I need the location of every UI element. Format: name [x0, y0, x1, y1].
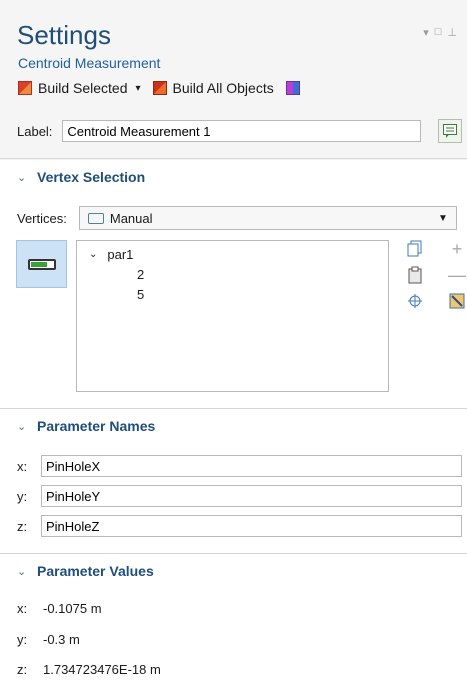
section-parameter-names[interactable]: ⌄ Parameter Names	[17, 418, 155, 434]
clear-selection-icon[interactable]	[446, 292, 467, 310]
chevron-down-icon[interactable]: ▾	[136, 83, 141, 94]
page-subtitle: Centroid Measurement	[18, 55, 161, 71]
param-value-y: -0.3 m	[43, 632, 80, 647]
copy-selection-icon[interactable]	[404, 240, 426, 258]
build-selected-label: Build Selected	[38, 80, 128, 96]
divider	[0, 553, 467, 554]
divider	[0, 408, 467, 409]
label-input[interactable]	[62, 120, 422, 142]
param-name-y-input[interactable]	[41, 485, 462, 507]
graphics-icon	[285, 81, 300, 95]
restore-icon[interactable]: □	[435, 26, 442, 39]
param-name-y-label: y:	[17, 488, 28, 504]
section-title: Vertex Selection	[37, 169, 146, 185]
param-value-z-label: z:	[17, 662, 28, 677]
tree-node-root[interactable]: ⌄ par1	[89, 247, 133, 262]
list-item[interactable]: 5	[137, 287, 144, 302]
param-value-y-label: y:	[17, 632, 28, 647]
chevron-down-icon: ⌄	[17, 171, 27, 184]
list-item[interactable]: 2	[137, 267, 144, 282]
build-all-label: Build All Objects	[172, 80, 274, 96]
param-value-z-row: z: 1.734723476E-18 m	[17, 662, 161, 677]
param-name-x-input[interactable]	[41, 455, 462, 477]
vertices-value: Manual	[109, 210, 153, 226]
remove-icon[interactable]: —	[446, 265, 467, 285]
chevron-down-icon: ⌄	[17, 420, 27, 433]
vertices-select[interactable]: Manual ▼	[78, 206, 457, 230]
label-row: Label:	[17, 119, 462, 143]
vertices-row: Vertices: Manual ▼	[17, 206, 457, 230]
manual-selection-icon	[87, 212, 104, 224]
toggle-icon	[27, 258, 56, 270]
paste-selection-icon[interactable]	[404, 266, 426, 284]
param-value-z: 1.734723476E-18 m	[43, 662, 161, 677]
param-name-z-label: z:	[17, 518, 28, 534]
activate-selection-toggle[interactable]	[16, 240, 67, 288]
vertices-label: Vertices:	[17, 210, 67, 226]
build-all-objects-button[interactable]: Build All Objects	[152, 80, 274, 96]
param-name-x-row: x:	[17, 455, 462, 477]
page-title: Settings	[17, 20, 111, 50]
graphics-button[interactable]	[285, 81, 300, 95]
pin-icon[interactable]: ⊥	[447, 26, 457, 39]
param-name-y-row: y:	[17, 485, 462, 507]
build-all-icon	[152, 81, 167, 95]
panel-menu-icon[interactable]: ▾	[423, 26, 429, 39]
section-title: Parameter Names	[37, 418, 156, 434]
zoom-to-selection-icon[interactable]	[404, 292, 426, 310]
section-title: Parameter Values	[37, 563, 154, 579]
param-name-z-input[interactable]	[41, 515, 462, 537]
divider	[0, 158, 467, 159]
add-icon[interactable]: +	[446, 239, 467, 259]
param-name-x-label: x:	[17, 458, 28, 474]
tree-node-label: par1	[107, 247, 134, 262]
param-value-x: -0.1075 m	[43, 601, 102, 616]
toolbar: Build Selected ▾ Build All Objects	[18, 80, 312, 96]
section-parameter-values[interactable]: ⌄ Parameter Values	[17, 563, 154, 579]
param-value-x-row: x: -0.1075 m	[17, 601, 102, 616]
param-value-y-row: y: -0.3 m	[17, 632, 80, 647]
param-value-x-label: x:	[17, 601, 28, 616]
label-edit-button[interactable]	[438, 119, 462, 143]
comment-icon	[443, 124, 457, 138]
chevron-down-icon: ⌄	[17, 565, 27, 578]
build-selected-button[interactable]: Build Selected ▾	[18, 80, 141, 96]
chevron-down-icon[interactable]: ⌄	[89, 249, 97, 260]
param-name-z-row: z:	[17, 515, 462, 537]
section-vertex-selection[interactable]: ⌄ Vertex Selection	[17, 169, 145, 185]
chevron-down-icon: ▼	[437, 212, 448, 224]
selection-tools: + —	[404, 239, 467, 310]
selection-list[interactable]: ⌄ par1 2 5	[76, 240, 389, 392]
label-field-label: Label:	[17, 123, 53, 139]
build-selected-icon	[18, 81, 32, 95]
window-controls: ▾ □ ⊥	[423, 26, 457, 39]
